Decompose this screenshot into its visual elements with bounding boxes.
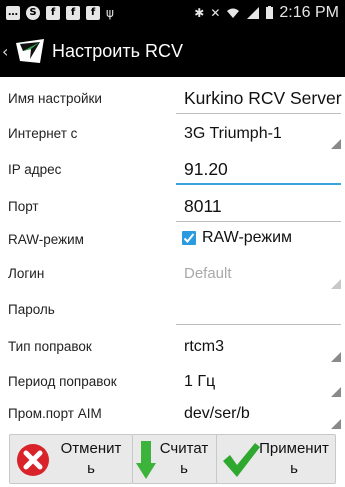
- correction-period-label: Период поправок: [8, 374, 117, 389]
- settings-form: Имя настройки Kurkino RCV Server Интерне…: [0, 77, 345, 432]
- spinner-arrow-icon: [331, 387, 341, 397]
- aim-port-spinner[interactable]: dev/ser/b: [176, 397, 341, 432]
- row-setting-name: Имя настройки Kurkino RCV Server: [0, 82, 345, 117]
- row-aim-port: Пром.порт AIM dev/ser/b: [0, 397, 345, 432]
- port-input[interactable]: 8011: [176, 190, 341, 225]
- spinner-arrow-icon: [331, 352, 341, 362]
- port-value: 8011: [184, 196, 222, 216]
- system-icons: ✱ ✕ 2:16 PM: [194, 0, 339, 25]
- facebook-icon: f: [46, 5, 60, 20]
- signal-icon: [247, 6, 260, 19]
- spinner-arrow-icon: [331, 419, 341, 429]
- bluetooth-icon: ✱: [194, 5, 205, 20]
- button-bar: Отменит ь Считат ь Применит ь: [0, 432, 345, 487]
- ip-address-value: 91.20: [184, 159, 228, 179]
- login-spinner[interactable]: Default: [176, 257, 341, 292]
- setting-name-label: Имя настройки: [8, 91, 102, 106]
- app-logo-icon[interactable]: [14, 35, 46, 67]
- mute-icon: ✕: [210, 5, 221, 20]
- clock: 2:16 PM: [279, 3, 339, 21]
- action-bar: ‹ Настроить RCV: [0, 25, 345, 77]
- raw-mode-label: RAW-режим: [8, 232, 84, 247]
- battery-icon: [266, 6, 274, 19]
- aim-port-label: Пром.порт AIM: [8, 406, 102, 421]
- spinner-arrow-icon: [331, 139, 341, 149]
- row-login: Логин Default: [0, 257, 345, 292]
- cancel-button[interactable]: Отменит ь: [9, 434, 133, 484]
- raw-mode-checkbox[interactable]: RAW-режим: [176, 223, 341, 258]
- wifi-icon: [227, 8, 240, 18]
- correction-period-value: 1 Гц: [184, 373, 216, 390]
- facebook-icon: f: [66, 5, 80, 20]
- field-underline: [176, 221, 341, 222]
- cancel-label-line2: ь: [87, 460, 95, 477]
- internet-from-spinner[interactable]: 3G Triumph-1: [176, 117, 341, 152]
- correction-period-spinner[interactable]: 1 Гц: [176, 365, 341, 400]
- row-internet-from: Интернет с 3G Triumph-1: [0, 117, 345, 152]
- login-label: Логин: [8, 266, 45, 281]
- skype-icon: S: [26, 5, 40, 20]
- correction-type-label: Тип поправок: [8, 339, 92, 354]
- row-correction-type: Тип поправок rtcm3: [0, 330, 345, 365]
- apply-label-line2: ь: [290, 460, 298, 477]
- read-label-line2: ь: [180, 460, 188, 477]
- cancel-x-icon: [17, 444, 49, 476]
- aim-port-value: dev/ser/b: [184, 405, 250, 422]
- facebook-icon: f: [86, 5, 100, 20]
- field-underline-focused: [176, 183, 341, 185]
- status-bar: … S f f f ψ ✱ ✕ 2:16 PM: [0, 0, 345, 25]
- password-input[interactable]: [176, 293, 341, 328]
- read-button[interactable]: Считат ь: [132, 434, 218, 484]
- setting-name-input[interactable]: Kurkino RCV Server: [176, 82, 342, 117]
- ip-address-label: IP адрес: [8, 162, 62, 177]
- field-underline: [176, 324, 341, 325]
- row-correction-period: Период поправок 1 Гц: [0, 365, 345, 400]
- message-icon: …: [6, 5, 20, 20]
- row-port: Порт 8011: [0, 190, 345, 225]
- setting-name-value: Kurkino RCV Server: [184, 88, 342, 108]
- row-ip-address: IP адрес 91.20: [0, 153, 345, 188]
- notification-icons: … S f f f ψ: [0, 5, 114, 20]
- screen-title: Настроить RCV: [52, 40, 183, 61]
- field-underline: [176, 113, 341, 114]
- internet-from-label: Интернет с: [8, 126, 78, 141]
- back-chevron-icon[interactable]: ‹: [2, 42, 12, 61]
- password-label: Пароль: [8, 302, 55, 317]
- correction-type-value: rtcm3: [184, 338, 224, 355]
- ip-address-input[interactable]: 91.20: [176, 153, 341, 188]
- spinner-arrow-icon: [331, 279, 341, 289]
- row-password: Пароль: [0, 293, 345, 328]
- apply-button[interactable]: Применит ь: [216, 434, 336, 484]
- port-label: Порт: [8, 199, 39, 214]
- correction-type-spinner[interactable]: rtcm3: [176, 330, 341, 365]
- apply-label-line1: Применит: [259, 440, 329, 457]
- checkbox-checked-icon: [182, 231, 196, 245]
- read-label-line1: Считат: [159, 440, 209, 457]
- usb-icon: ψ: [106, 5, 114, 20]
- internet-from-value: 3G Triumph-1: [184, 125, 282, 142]
- login-value: Default: [184, 265, 232, 282]
- cancel-label-line1: Отменит: [60, 440, 122, 457]
- row-raw-mode: RAW-режим RAW-режим: [0, 223, 345, 258]
- raw-mode-checkbox-text: RAW-режим: [202, 229, 293, 246]
